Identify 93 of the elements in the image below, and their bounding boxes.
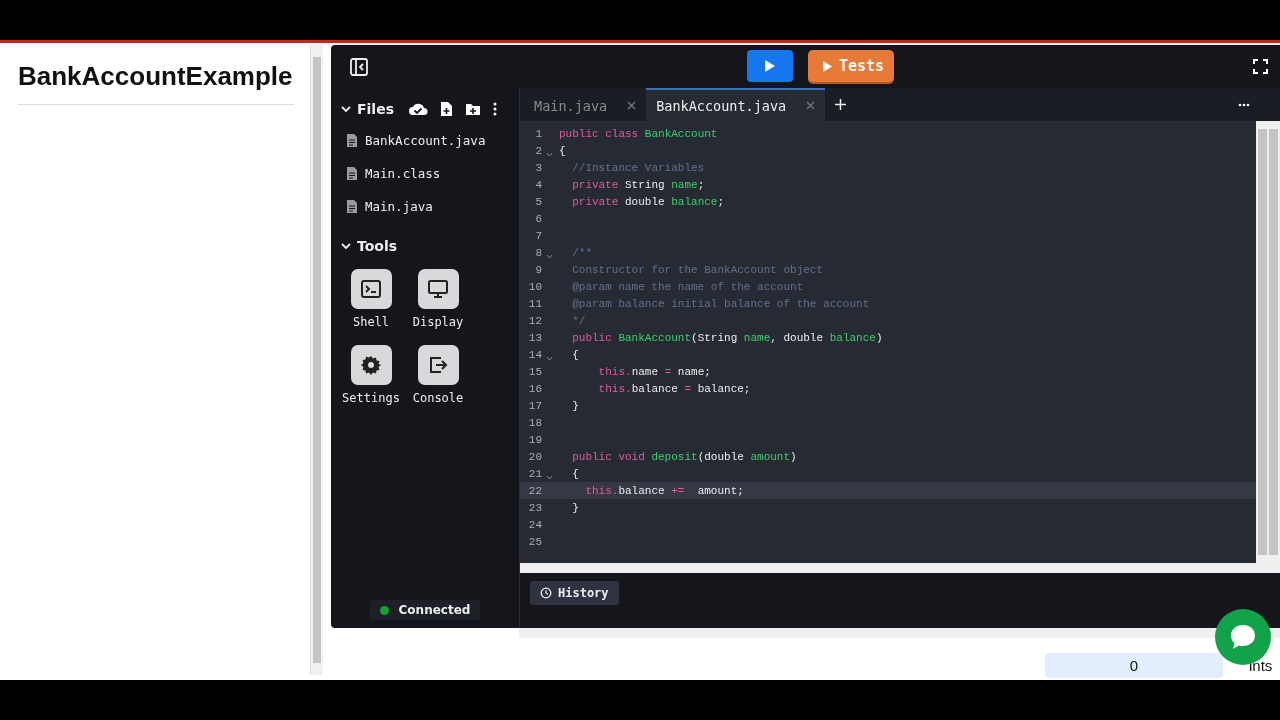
code-line: }: [571, 399, 579, 412]
new-file-icon[interactable]: [440, 101, 453, 117]
line-number: 6: [534, 212, 542, 225]
code-line: public void deposit(double amount): [571, 450, 797, 463]
close-icon[interactable]: [627, 101, 637, 110]
code-editor[interactable]: [520, 121, 1280, 563]
fold-icon[interactable]: [545, 253, 553, 259]
line-number: 11: [527, 297, 542, 310]
code-line: private String name;: [571, 178, 705, 191]
chevron-icon[interactable]: [341, 241, 351, 251]
file-icon: [347, 167, 357, 180]
run-button[interactable]: [747, 50, 793, 82]
terminal-icon: [361, 280, 381, 298]
code-line: {: [571, 348, 579, 361]
sidebar-collapse-icon[interactable]: [350, 57, 368, 76]
chat-bubble-icon: [1228, 622, 1258, 652]
more-icon: [1238, 102, 1250, 107]
exit-icon: [428, 355, 448, 375]
scrollbar[interactable]: [310, 45, 323, 675]
line-number: 1: [534, 127, 542, 140]
line-number: 16: [527, 382, 542, 395]
line-number: 2: [534, 144, 542, 157]
scrollbar[interactable]: [520, 563, 1280, 573]
line-number: 14: [527, 348, 542, 361]
line-number: 8: [534, 246, 542, 259]
line-number: 20: [527, 450, 542, 463]
scrollbar[interactable]: [519, 628, 1280, 638]
code-line: {: [571, 467, 579, 480]
line-number: 22: [527, 484, 542, 497]
code-line: */: [571, 314, 586, 327]
line-number: 23: [527, 501, 542, 514]
scrollbar[interactable]: [1256, 121, 1280, 563]
code-line: {: [558, 144, 566, 157]
fold-icon[interactable]: [545, 474, 553, 480]
line-number: 18: [527, 416, 542, 429]
clock-icon: [540, 587, 552, 599]
chevron-icon[interactable]: [341, 104, 351, 114]
points-label: ints: [1249, 656, 1273, 674]
monitor-icon: [428, 280, 448, 298]
history-button[interactable]: History: [530, 581, 619, 605]
code-line: /**: [571, 246, 592, 259]
line-number: 7: [534, 229, 542, 242]
line-number: 19: [527, 433, 542, 446]
tool-button[interactable]: Settings: [341, 345, 401, 405]
line-number: 25: [527, 535, 542, 548]
code-line: Constructor for the BankAccount object: [571, 263, 824, 276]
play-icon: [822, 59, 833, 73]
line-number: 17: [527, 399, 542, 412]
editor-tab[interactable]: Main.java: [524, 88, 647, 121]
fold-icon[interactable]: [545, 151, 553, 157]
score-field: 0: [1045, 653, 1223, 678]
plus-icon: [835, 99, 847, 110]
fullscreen-icon[interactable]: [1253, 59, 1268, 74]
line-number: 13: [527, 331, 542, 344]
code-line: @param name the name of the account: [571, 280, 804, 293]
files-heading: Files: [357, 101, 394, 117]
close-icon[interactable]: [806, 101, 816, 110]
page-title: BankAccountExample: [18, 61, 294, 105]
new-folder-icon[interactable]: [465, 102, 481, 116]
code-line: this.balance += amount;: [584, 484, 744, 497]
code-line: }: [571, 501, 579, 514]
code-line: private double balance;: [571, 195, 725, 208]
code-line: @param balance initial balance of the account: [571, 297, 870, 310]
line-number: 24: [527, 518, 542, 531]
file-item[interactable]: BankAccount.java: [331, 124, 519, 157]
play-icon: [764, 59, 776, 73]
file-item[interactable]: Main.class: [331, 157, 519, 190]
file-icon: [347, 200, 357, 213]
editor-tab[interactable]: BankAccount.java: [646, 88, 826, 121]
cloud-check-icon[interactable]: [408, 102, 428, 116]
code-line: this.balance = balance;: [597, 382, 751, 395]
code-line: public BankAccount(String name, double balance): [571, 331, 883, 344]
tool-button[interactable]: Console: [403, 345, 473, 405]
code-line: //Instance Variables: [571, 161, 705, 174]
code-line: this.name = name;: [597, 365, 711, 378]
line-number: 5: [534, 195, 542, 208]
status-label: Connected: [398, 603, 471, 617]
file-item[interactable]: Main.java: [331, 190, 519, 223]
line-number: 9: [534, 263, 542, 276]
fold-icon[interactable]: [545, 355, 553, 361]
settings-icon: [361, 355, 381, 375]
file-icon: [347, 134, 357, 147]
code-line: public class BankAccount: [558, 127, 718, 140]
line-number: 4: [534, 178, 542, 191]
tools-heading: Tools: [357, 238, 398, 254]
tool-button[interactable]: Display: [403, 269, 473, 329]
line-number: 3: [534, 161, 542, 174]
line-number: 12: [527, 314, 542, 327]
line-number: 15: [527, 365, 542, 378]
line-number: 10: [527, 280, 542, 293]
line-number: 21: [527, 467, 542, 480]
tool-button[interactable]: Shell: [341, 269, 401, 329]
more-icon[interactable]: [493, 102, 497, 116]
